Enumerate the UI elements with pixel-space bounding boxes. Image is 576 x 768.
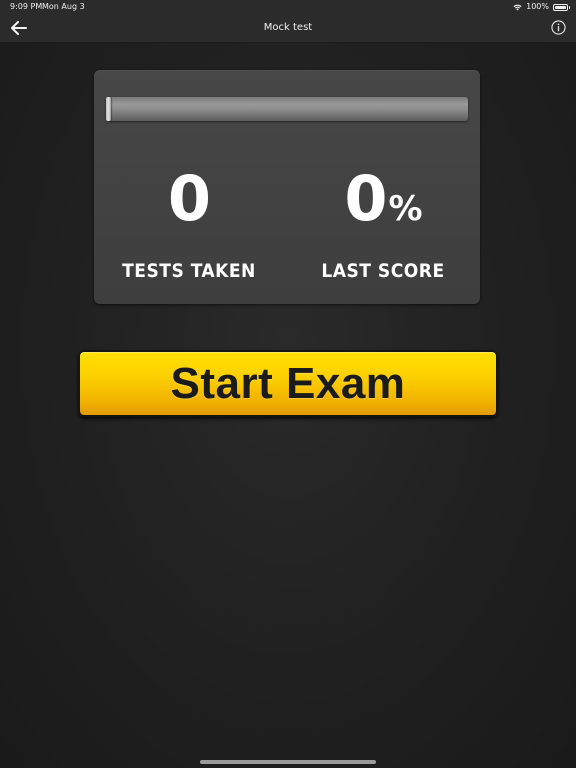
last-score-unit: % (388, 189, 423, 229)
stats-card: 0 TESTS TAKEN 0% LAST SCORE (94, 70, 480, 304)
battery-percent: 100% (526, 2, 549, 11)
progress-handle (106, 97, 111, 121)
battery-icon (553, 3, 570, 11)
status-date: Mon Aug 3 (42, 2, 85, 11)
status-right: 100% (513, 0, 570, 14)
start-exam-label: Start Exam (170, 358, 406, 408)
tests-taken-value: 0 (167, 162, 211, 235)
tests-taken-label: TESTS TAKEN (122, 260, 256, 282)
last-score-stat: 0% LAST SCORE (288, 160, 478, 282)
page-title: Mock test (263, 22, 313, 33)
start-exam-button[interactable]: Start Exam (78, 350, 498, 417)
progress-bar (106, 97, 468, 121)
info-icon[interactable] (551, 20, 566, 35)
status-bar: 9:09 PM Mon Aug 3 100% (0, 0, 576, 14)
home-indicator (200, 760, 376, 764)
tests-taken-stat: 0 TESTS TAKEN (94, 160, 284, 282)
last-score-label: LAST SCORE (321, 260, 445, 282)
last-score-value-row: 0% (288, 160, 478, 238)
status-time: 9:09 PM (10, 2, 43, 11)
wifi-icon (513, 4, 522, 10)
nav-bar: Mock test (0, 14, 576, 43)
last-score-value: 0 (344, 162, 387, 235)
